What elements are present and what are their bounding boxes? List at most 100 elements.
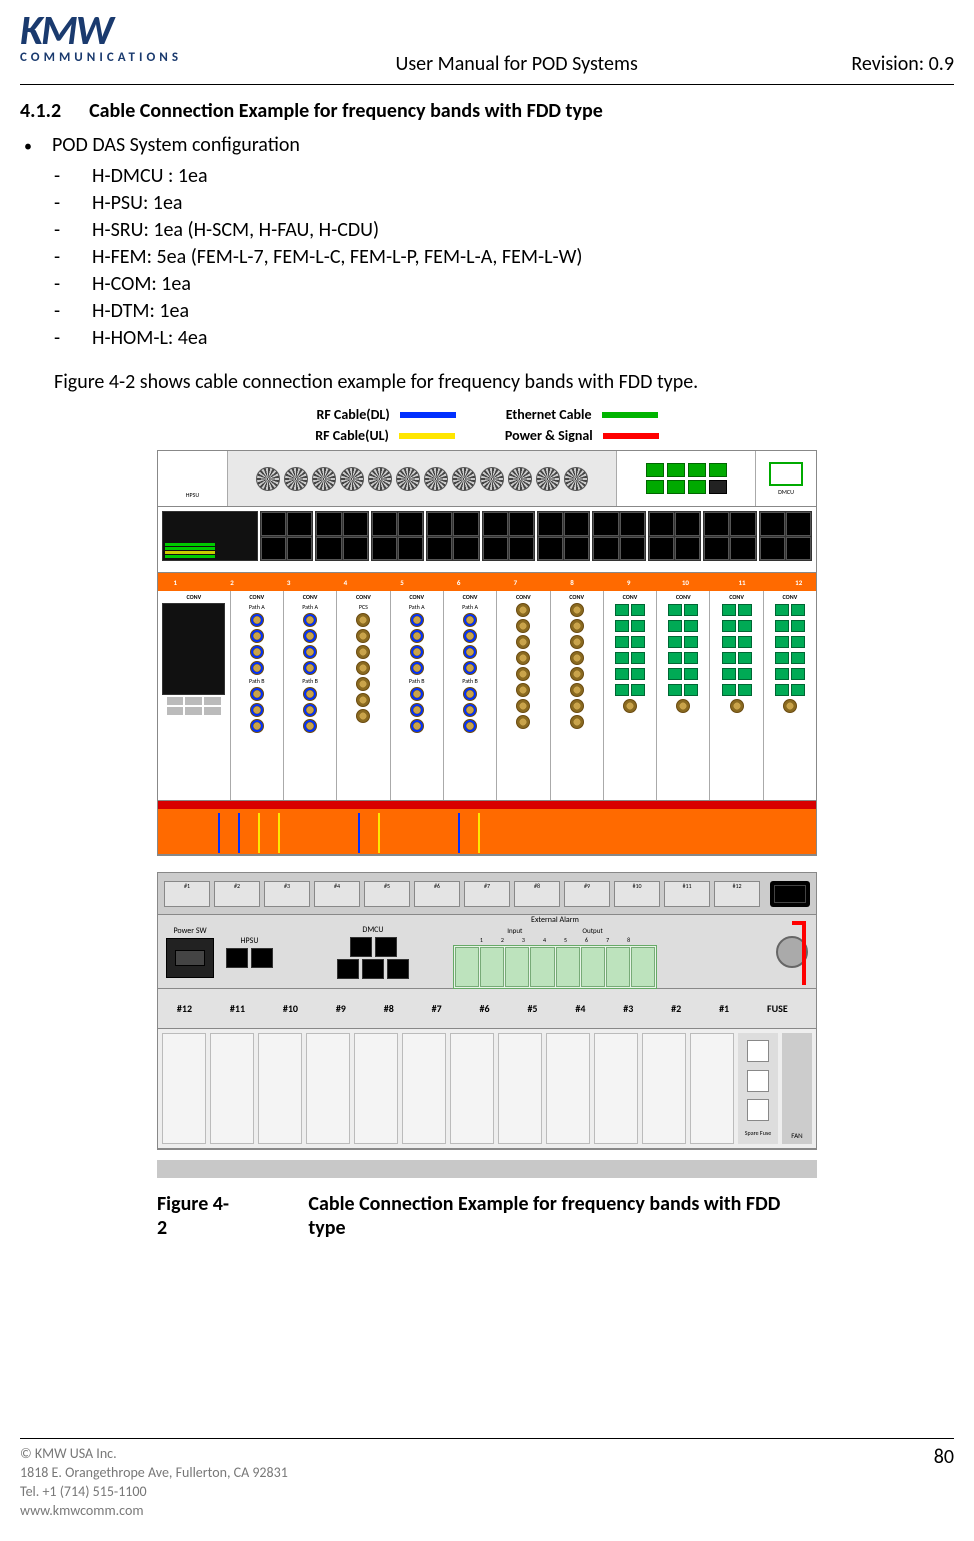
fuse-slot: #5 — [364, 881, 410, 907]
fem-slot: CONV Path A Path B — [284, 591, 337, 800]
module-slot — [306, 1033, 350, 1144]
config-heading: POD DAS System configuration — [52, 133, 300, 157]
legend-rf-dl: RF Cable(DL) — [316, 406, 455, 423]
section-title: Cable Connection Example for frequency b… — [89, 99, 603, 123]
fan-icon — [536, 467, 560, 491]
hom-slot: CONV — [657, 591, 710, 800]
fan-icon — [480, 467, 504, 491]
fan-icon — [452, 467, 476, 491]
module-slot — [402, 1033, 446, 1144]
figure-number: Figure 4-2 — [157, 1192, 238, 1240]
logo-sub: COMMUNICATIONS — [20, 50, 182, 65]
fuse-slot: #9 — [564, 881, 610, 907]
module-slot — [210, 1033, 254, 1144]
bullet-icon: • — [24, 139, 32, 155]
module-slot — [546, 1033, 590, 1144]
list-item: -H-PSU: 1ea — [54, 190, 954, 217]
legend-power: Power & Signal — [505, 427, 659, 444]
fan-icon — [508, 467, 532, 491]
iec-power-inlet-icon — [770, 881, 810, 907]
list-item: -H-HOM-L: 4ea — [54, 325, 954, 352]
power-switch — [166, 938, 214, 978]
legend-row-2: RF Cable(UL) Power & Signal — [157, 427, 817, 444]
figure-caption: Figure 4-2 Cable Connection Example for … — [157, 1192, 817, 1240]
swatch-blue — [400, 412, 456, 418]
power-sw-label: Power SW — [173, 926, 206, 936]
fem-slot: CONV Path A Path B — [444, 591, 497, 800]
port-block — [426, 511, 479, 561]
module-slot — [354, 1033, 398, 1144]
orange-strip-top: 12 34 56 78 910 1112 — [158, 573, 816, 591]
orange-strip-bottom — [158, 809, 816, 855]
fan-column: FAN — [782, 1033, 812, 1144]
fuse-slot: #1 — [164, 881, 210, 907]
power-cable-red — [792, 921, 806, 985]
rack-ports-row — [158, 507, 816, 573]
fuse-slot: #6 — [414, 881, 460, 907]
rack-chassis-1: HPSU — [157, 450, 817, 856]
fuse-slot: #8 — [514, 881, 560, 907]
swatch-red — [603, 433, 659, 439]
ethernet-port-icon — [769, 462, 803, 486]
list-item: -H-DTM: 1ea — [54, 298, 954, 325]
legend-row-1: RF Cable(DL) Ethernet Cable — [157, 406, 817, 423]
fan-icon — [284, 467, 308, 491]
module-slot — [258, 1033, 302, 1144]
section-number: 4.1.2 — [20, 99, 61, 123]
port-block — [537, 511, 590, 561]
fuse-slot: #10 — [614, 881, 660, 907]
dmcu-block: DMCU — [755, 451, 816, 506]
fuse-slot: #7 — [464, 881, 510, 907]
terminal-block — [453, 945, 657, 989]
figure-4-2: RF Cable(DL) Ethernet Cable RF Cable(UL)… — [157, 406, 817, 1240]
section-heading: 4.1.2 Cable Connection Example for frequ… — [20, 99, 954, 123]
fuse-row: #1 #2 #3 #4 #5 #6 #7 #8 #9 #10 #11 #12 — [158, 873, 816, 915]
fan-icon — [396, 467, 420, 491]
slot-label-row: #12 #11 #10 #9 #8 #7 #6 #5 #4 #3 #2 #1 F… — [158, 989, 816, 1029]
status-led-panel — [616, 451, 755, 506]
rack-cards-row: CONV CONV Path A Path B CONV — [158, 591, 816, 801]
fem-slot: CONV Path A Path B — [391, 591, 444, 800]
fuse-slot: #11 — [664, 881, 710, 907]
rack-shelf-bar — [157, 1160, 817, 1178]
doc-title: User Manual for POD Systems — [396, 52, 638, 76]
port-block — [648, 511, 701, 561]
conv-slot: CONV — [497, 591, 550, 800]
list-item: -H-FEM: 5ea (FEM-L-7, FEM-L-C, FEM-L-P, … — [54, 244, 954, 271]
module-slot — [450, 1033, 494, 1144]
legend-ethernet: Ethernet Cable — [506, 406, 658, 423]
logo-main: KMW — [20, 10, 112, 52]
ext-alarm-label: External Alarm — [531, 915, 579, 925]
big-slot-row: Spare Fuse FAN — [158, 1029, 816, 1149]
footer-copyright: © KMW USA Inc. — [20, 1445, 288, 1464]
red-strip — [158, 801, 816, 809]
list-item: -H-COM: 1ea — [54, 271, 954, 298]
logo: KMW COMMUNICATIONS — [20, 10, 182, 65]
conv-slot: CONV — [551, 591, 604, 800]
footer-phone: Tel. +1 (714) 515-1100 — [20, 1483, 288, 1502]
list-item: -H-DMCU : 1ea — [54, 163, 954, 190]
psu-row: Power SW HPSU DMCU External Alarm — [158, 915, 816, 989]
module-slot — [162, 1033, 206, 1144]
lcs-module — [162, 511, 258, 561]
fan-icon — [424, 467, 448, 491]
page-number: 80 — [934, 1445, 954, 1469]
fan-icon — [564, 467, 588, 491]
port-block — [592, 511, 645, 561]
port-block — [703, 511, 756, 561]
fuse-slot: #12 — [714, 881, 760, 907]
footer-website: www.kmwcomm.com — [20, 1502, 288, 1521]
fem-slot: CONV PCS — [337, 591, 390, 800]
fan-bank — [228, 451, 616, 506]
hpsu-block: HPSU — [158, 451, 228, 506]
fuse-slot: #4 — [314, 881, 360, 907]
fuse-slot: #2 — [214, 881, 260, 907]
footer-address: 1818 E. Orangethrope Ave, Fullerton, CA … — [20, 1464, 288, 1483]
hom-slot: CONV — [710, 591, 763, 800]
rack-top-row: HPSU — [158, 451, 816, 507]
spare-fuse-column: Spare Fuse — [738, 1033, 778, 1144]
fan-icon — [312, 467, 336, 491]
rack-chassis-2: #1 #2 #3 #4 #5 #6 #7 #8 #9 #10 #11 #12 P… — [157, 872, 817, 1150]
page-header: KMW COMMUNICATIONS User Manual for POD S… — [20, 10, 954, 76]
legend-rf-ul: RF Cable(UL) — [315, 427, 455, 444]
